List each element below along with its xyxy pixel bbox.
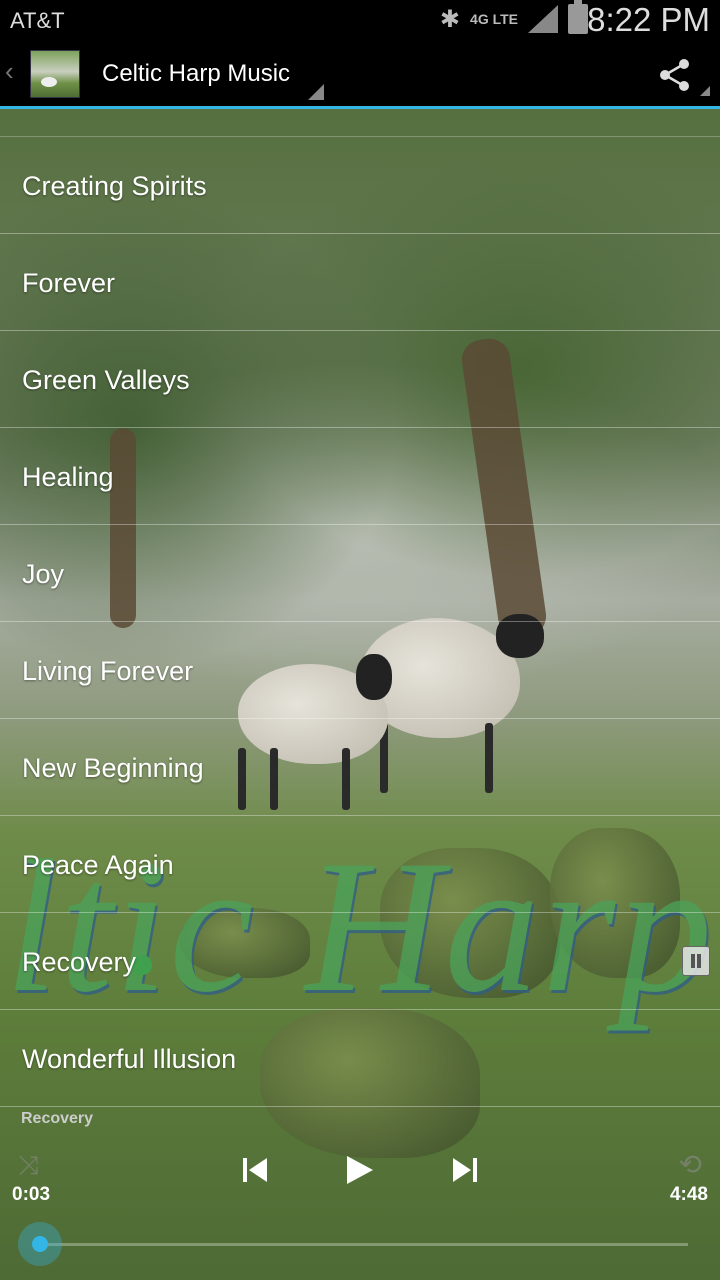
battery-icon <box>568 0 588 34</box>
track-row[interactable]: Green Valleys <box>0 331 720 428</box>
status-icons: ✱ 4G LTE <box>439 0 588 34</box>
track-title: Recovery <box>22 947 137 977</box>
track-title: Joy <box>22 559 65 589</box>
track-row[interactable]: New Beginning <box>0 719 720 816</box>
app-icon[interactable] <box>30 50 80 98</box>
status-clock: 8:22 PM <box>587 1 710 38</box>
now-playing-title: Recovery <box>21 1110 94 1127</box>
repeat-icon[interactable]: ⟲ <box>679 1148 702 1181</box>
bluetooth-icon: ✱ <box>439 5 461 33</box>
carrier-label: AT&T <box>10 8 65 33</box>
pause-indicator-icon[interactable] <box>682 946 710 976</box>
track-title: New Beginning <box>22 753 204 783</box>
track-row[interactable]: Creating Spirits <box>0 137 720 234</box>
track-title: Living Forever <box>22 656 194 686</box>
track-row[interactable]: Healing <box>0 428 720 525</box>
track-title: Creating Spirits <box>22 171 207 201</box>
track-row[interactable]: Living Forever <box>0 622 720 719</box>
track-title: Green Valleys <box>22 365 190 395</box>
seek-bar[interactable] <box>40 1243 688 1246</box>
elapsed-time: 0:03 <box>12 1184 51 1205</box>
share-icon[interactable] <box>658 58 692 92</box>
track-row[interactable]: Recovery <box>0 913 720 1010</box>
track-row[interactable]: Forever <box>0 234 720 331</box>
track-row[interactable]: Joy <box>0 525 720 622</box>
shuffle-icon[interactable]: ⤨ <box>18 1150 39 1182</box>
next-button[interactable] <box>450 1152 480 1188</box>
network-4g-lte-icon: 4G LTE <box>470 11 518 27</box>
previous-button[interactable] <box>240 1152 270 1188</box>
seek-thumb[interactable] <box>18 1222 62 1266</box>
track-title: Wonderful Illusion <box>22 1044 237 1074</box>
track-title: Peace Again <box>22 850 174 880</box>
play-button[interactable] <box>342 1152 376 1188</box>
track-row[interactable]: Peace Again <box>0 816 720 913</box>
chevron-left-icon[interactable]: ‹ <box>5 56 14 87</box>
total-duration: 4:48 <box>669 1184 708 1205</box>
track-title: Forever <box>22 268 116 298</box>
overflow-corner-icon <box>700 86 710 96</box>
status-bar: AT&T ✱ 4G LTE 8:22 PM <box>0 0 720 38</box>
track-row[interactable]: Wonderful Illusion <box>0 1010 720 1107</box>
dropdown-corner-icon <box>308 84 324 100</box>
track-title: Healing <box>22 462 114 492</box>
app-title[interactable]: Celtic Harp Music <box>102 60 290 88</box>
action-bar: ‹ Celtic Harp Music <box>0 38 720 109</box>
signal-strength-icon <box>528 5 558 33</box>
